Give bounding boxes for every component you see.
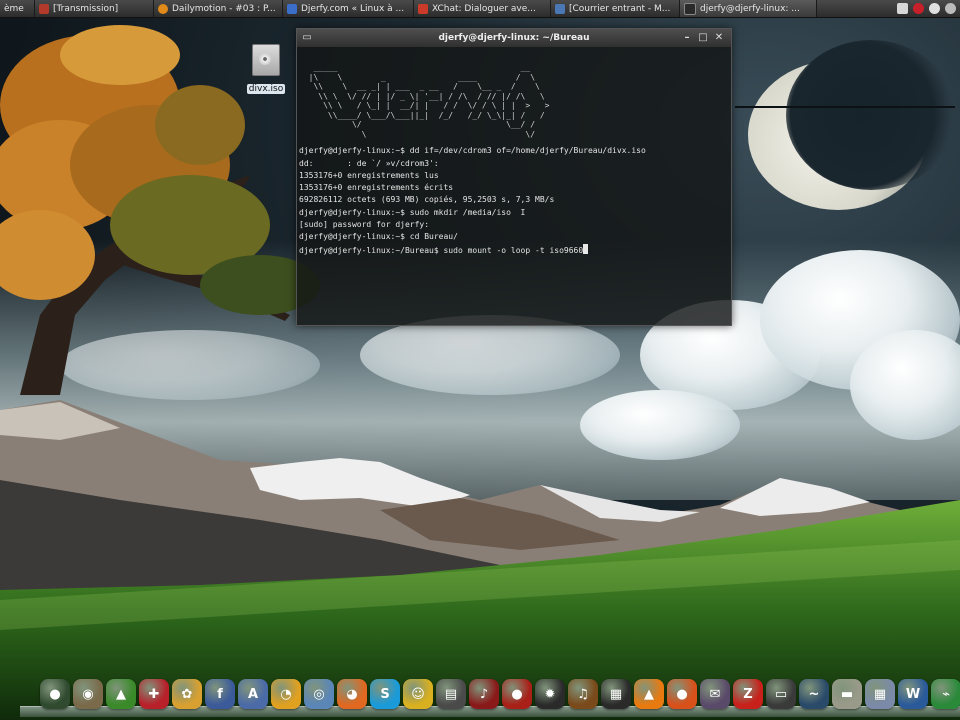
gnome-globe-icon[interactable]: ● <box>40 679 70 709</box>
taskbar-item[interactable]: ème <box>0 0 35 17</box>
window-menu-icon[interactable]: ▭ <box>301 32 313 44</box>
terminal-titlebar[interactable]: ▭ djerfy@djerfy-linux: ~/Bureau – □ ✕ <box>297 29 731 47</box>
terminal-icon <box>684 2 696 15</box>
volume-icon[interactable] <box>929 3 940 14</box>
terminal-line: djerfy@djerfy-linux:~$ dd if=/dev/cdrom3… <box>299 146 646 156</box>
terminal-line: 692826112 octets (693 MB) copiés, 95,250… <box>299 195 555 205</box>
taskbar-item-terminal[interactable]: djerfy@djerfy-linux: ... <box>680 0 817 17</box>
guitar-icon[interactable]: ♫ <box>568 679 598 709</box>
taskbar-item-courrier[interactable]: [Courrier entrant - M... <box>551 0 680 17</box>
drive-icon[interactable]: ▬ <box>832 679 862 709</box>
task-label: XChat: Dialoguer ave... <box>432 3 536 14</box>
emesene-icon[interactable]: ☺ <box>403 679 433 709</box>
cloud <box>360 315 620 395</box>
terminal-line: [sudo] password for djerfy: <box>299 220 430 230</box>
terminal-content[interactable]: _____ __ |\ \ _ ____ / \ \\ \ __ _| | __… <box>297 47 731 286</box>
display-icon[interactable] <box>897 3 908 14</box>
task-label: Dailymotion - #03 : P... <box>172 3 276 14</box>
desktop-file-divx-iso[interactable]: divx.iso <box>244 44 288 95</box>
chat-bubble-icon[interactable]: ◔ <box>271 679 301 709</box>
terminal-window[interactable]: ▭ djerfy@djerfy-linux: ~/Bureau – □ ✕ __… <box>296 28 732 326</box>
task-label: ème <box>4 3 24 14</box>
wordpress-icon <box>287 3 297 14</box>
dock: ● ◉ ▲ ✚ ✿ f A ◔ ◎ ◕ S ☺ ▤ ♪ ● ✹ ♫ ▦ ▲ ● ✉ Z ▭ ~ ▬ ▦ W ⌁ <box>40 674 960 714</box>
moon-shadow <box>786 40 956 190</box>
disc-image-icon <box>252 44 280 76</box>
calendar-icon[interactable]: ▦ <box>865 679 895 709</box>
text-cursor <box>583 243 589 254</box>
tomato-icon[interactable]: ● <box>502 679 532 709</box>
vlc-icon[interactable]: ▲ <box>634 679 664 709</box>
bomb-icon[interactable]: ✹ <box>535 679 565 709</box>
update-icon[interactable] <box>913 3 924 14</box>
skype-icon[interactable]: S <box>370 679 400 709</box>
task-label: [Courrier entrant - M... <box>569 3 671 14</box>
minimize-icon[interactable]: – <box>681 32 693 44</box>
taskbar-item-transmission[interactable]: [Transmission] <box>35 0 154 17</box>
desktop-icon-label: divx.iso <box>246 84 286 94</box>
window-title: djerfy@djerfy-linux: ~/Bureau <box>438 33 590 43</box>
task-label: djerfy@djerfy-linux: ... <box>700 3 800 14</box>
power-icon[interactable] <box>945 3 956 14</box>
wordpress-icon[interactable]: W <box>898 679 928 709</box>
maximize-icon[interactable]: □ <box>697 32 709 44</box>
facebook-icon[interactable]: f <box>205 679 235 709</box>
audacity-icon[interactable]: ♪ <box>469 679 499 709</box>
terminal-line: 1353176+0 enregistrements écrits <box>299 183 454 193</box>
close-icon[interactable]: ✕ <box>713 32 725 44</box>
xchat-icon <box>418 3 428 14</box>
thunderbird-icon[interactable]: ✉ <box>700 679 730 709</box>
terminal-line: djerfy@djerfy-linux:~$ cd Bureau/ <box>299 232 458 242</box>
terminal-line: djerfy@djerfy-linux:~/Bureau$ sudo mount… <box>299 245 584 255</box>
disk-utility-icon[interactable]: ◎ <box>304 679 334 709</box>
terminal-line: djerfy@djerfy-linux:~$ sudo mkdir /media… <box>299 207 526 217</box>
clapperboard-icon[interactable]: ▦ <box>601 679 631 709</box>
pidgin-icon[interactable]: A <box>238 679 268 709</box>
task-label: Djerfy.com « Linux à ... <box>301 3 405 14</box>
picasa-icon[interactable]: ✿ <box>172 679 202 709</box>
terminal-prompt-line: djerfy@djerfy-linux:~/Bureau$ sudo mount… <box>299 243 729 257</box>
filezilla-icon[interactable]: Z <box>733 679 763 709</box>
monitor-icon[interactable]: ~ <box>799 679 829 709</box>
mail-icon <box>555 3 565 14</box>
system-tray <box>897 3 960 14</box>
firefox-icon[interactable]: ◕ <box>337 679 367 709</box>
taskbar-item-xchat[interactable]: XChat: Dialoguer ave... <box>414 0 551 17</box>
gimp-icon[interactable]: ◉ <box>73 679 103 709</box>
top-panel: ème [Transmission] Dailymotion - #03 : P… <box>0 0 960 18</box>
orange-ball-icon[interactable]: ● <box>667 679 697 709</box>
ascii-art-banner: _____ __ |\ \ _ ____ / \ \\ \ __ _| | __… <box>308 63 550 139</box>
terminal-line: dd: : de `/ »v/cdrom3': <box>299 158 439 168</box>
horizon-line <box>735 106 955 108</box>
task-label: [Transmission] <box>53 3 119 14</box>
terminal-line: 1353176+0 enregistrements lus <box>299 170 439 180</box>
terminal-icon[interactable]: ▭ <box>766 679 796 709</box>
window-controls: – □ ✕ <box>681 32 725 44</box>
redbook-icon[interactable]: ✚ <box>139 679 169 709</box>
printer-icon[interactable]: ▤ <box>436 679 466 709</box>
taskbar-item-djerfy-com[interactable]: Djerfy.com « Linux à ... <box>283 0 414 17</box>
trash-icon[interactable]: ⌁ <box>931 679 960 709</box>
firefox-icon <box>158 3 168 14</box>
tux-icon[interactable]: ▲ <box>106 679 136 709</box>
autumn-tree <box>0 25 320 395</box>
transmission-icon <box>39 3 49 14</box>
taskbar-item-dailymotion[interactable]: Dailymotion - #03 : P... <box>154 0 283 17</box>
